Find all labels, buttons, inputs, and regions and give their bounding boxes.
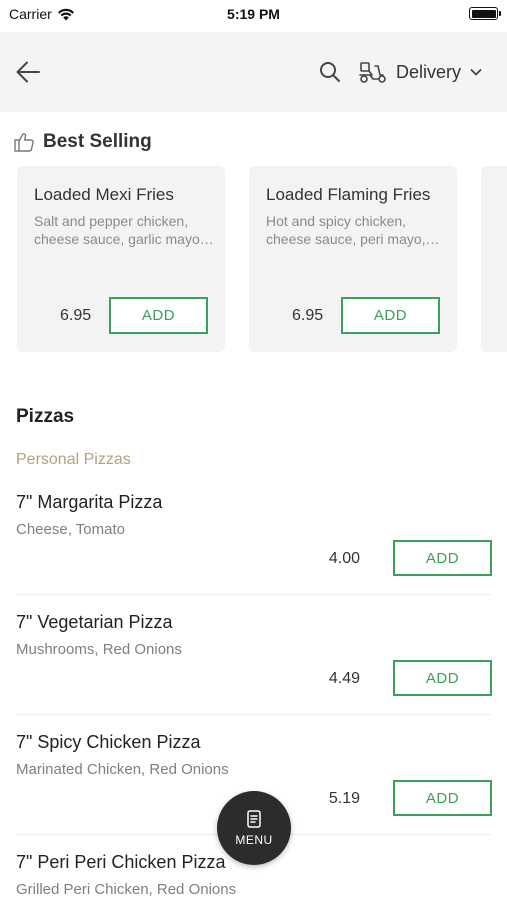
search-button[interactable] — [318, 60, 342, 84]
menu-book-icon — [247, 810, 261, 828]
battery-icon — [469, 7, 501, 20]
item-description: Grilled Peri Chicken, Red Onions — [16, 881, 237, 898]
item-price: 5.19 — [328, 790, 360, 807]
menu-item[interactable]: 7" Margarita Pizza Cheese, Tomato 4.00 A… — [0, 492, 507, 612]
subcategory-title: Personal Pizzas — [16, 451, 131, 468]
item-name: 7" Spicy Chicken Pizza — [16, 732, 201, 752]
item-description: Mushrooms, Red Onions — [16, 641, 182, 658]
divider — [16, 594, 491, 595]
thumbs-up-icon — [14, 133, 34, 152]
add-button[interactable]: ADD — [393, 660, 492, 696]
best-selling-header: Best Selling — [13, 131, 152, 153]
divider — [16, 714, 491, 715]
item-description: Marinated Chicken, Red Onions — [16, 761, 229, 778]
card-item-name: Loaded Flaming Fries — [266, 185, 431, 204]
card-item-name: Loaded Mexi Fries — [34, 185, 174, 204]
card-item-description: Salt and pepper chicken, cheese sauce, g… — [34, 213, 214, 247]
chevron-down-icon — [470, 69, 482, 76]
category-title: Pizzas — [16, 406, 75, 427]
item-price: 4.00 — [328, 550, 360, 567]
card-item-price: 6.95 — [292, 307, 324, 324]
menu-item[interactable]: 7" Vegetarian Pizza Mushrooms, Red Onion… — [0, 612, 507, 732]
clock: 5:19 PM — [227, 6, 280, 22]
status-bar: Carrier 5:19 PM — [0, 0, 507, 30]
add-button[interactable]: ADD — [393, 540, 492, 576]
item-price: 4.49 — [328, 670, 360, 687]
add-button[interactable]: ADD — [393, 780, 492, 816]
top-navigation-bar: Delivery — [0, 32, 507, 112]
delivery-mode-selector[interactable]: Delivery — [358, 56, 483, 88]
best-selling-card[interactable]: Loaded Mexi Fries Salt and pepper chicke… — [17, 166, 225, 352]
search-icon — [320, 62, 340, 82]
item-description: Cheese, Tomato — [16, 521, 125, 538]
best-selling-card[interactable]: Loaded Flaming Fries Hot and spicy chick… — [249, 166, 457, 352]
add-button[interactable]: ADD — [341, 297, 440, 334]
best-selling-carousel[interactable]: Loaded Mexi Fries Salt and pepper chicke… — [0, 166, 507, 354]
item-name: 7" Vegetarian Pizza — [16, 612, 173, 632]
card-item-description: Hot and spicy chicken, cheese sauce, per… — [266, 213, 440, 247]
item-name: 7" Margarita Pizza — [16, 492, 163, 512]
delivery-scooter-icon — [359, 62, 386, 83]
add-button[interactable]: ADD — [109, 297, 208, 334]
best-selling-card-partial[interactable] — [481, 166, 507, 352]
item-name: 7" Peri Peri Chicken Pizza — [16, 852, 226, 872]
best-selling-title: Best Selling — [43, 131, 152, 152]
menu-button-label: MENU — [235, 833, 273, 847]
delivery-label: Delivery — [396, 61, 462, 82]
arrow-left-icon — [16, 61, 40, 83]
back-button[interactable] — [14, 58, 42, 86]
card-item-price: 6.95 — [60, 307, 92, 324]
menu-button[interactable]: MENU — [217, 791, 291, 865]
